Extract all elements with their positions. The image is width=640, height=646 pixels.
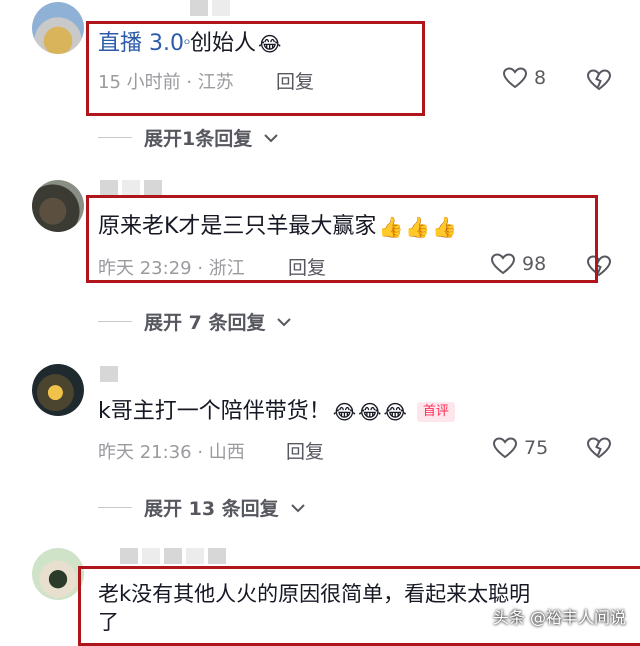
dislike-button[interactable] (586, 68, 612, 92)
expand-replies-button[interactable]: 展开1条回复 (98, 124, 278, 151)
laughing-emoji-icon: 😂 (383, 400, 407, 424)
heart-icon (502, 67, 528, 89)
watermark: 头条 @裕丰人间说 (492, 608, 626, 627)
reply-button[interactable]: 回复 (286, 437, 324, 464)
heart-icon (492, 437, 518, 459)
expand-replies-button[interactable]: 展开 13 条回复 (98, 494, 305, 521)
comment-time-location: 昨天 21:36 · 山西 (98, 442, 245, 463)
dislike-button[interactable] (586, 436, 612, 460)
divider (98, 321, 132, 322)
avatar[interactable] (32, 548, 84, 600)
chevron-down-icon (277, 317, 292, 326)
username-blurred[interactable] (190, 0, 230, 16)
chevron-down-icon (264, 133, 278, 142)
expand-replies-label: 展开1条回复 (144, 128, 253, 150)
first-comment-badge: 首评 (416, 402, 455, 422)
username-blurred[interactable] (100, 366, 118, 382)
like-button[interactable]: 8 (502, 66, 546, 90)
comment-text-body: k哥主打一个陪伴带货！ (98, 399, 331, 424)
username-blurred[interactable] (120, 548, 226, 564)
highlight-box (86, 21, 425, 116)
laughing-emoji-icon: 😂 (332, 400, 357, 424)
expand-replies-label: 展开 13 条回复 (144, 498, 279, 520)
divider (98, 137, 132, 138)
like-count: 75 (524, 437, 549, 459)
avatar[interactable] (32, 364, 84, 416)
highlight-box (86, 195, 598, 283)
laughing-emoji-icon: 😂 (358, 400, 382, 424)
comment-text: k哥主打一个陪伴带货！ 😂 😂 😂 首评 (98, 398, 455, 426)
divider (98, 507, 132, 508)
expand-replies-label: 展开 7 条回复 (144, 312, 266, 334)
expand-replies-button[interactable]: 展开 7 条回复 (98, 308, 292, 335)
username-blurred[interactable] (100, 180, 162, 196)
avatar[interactable] (32, 180, 84, 232)
avatar[interactable] (32, 2, 84, 54)
like-button[interactable]: 75 (492, 436, 548, 460)
like-count: 8 (534, 67, 547, 89)
chevron-down-icon (290, 503, 305, 512)
